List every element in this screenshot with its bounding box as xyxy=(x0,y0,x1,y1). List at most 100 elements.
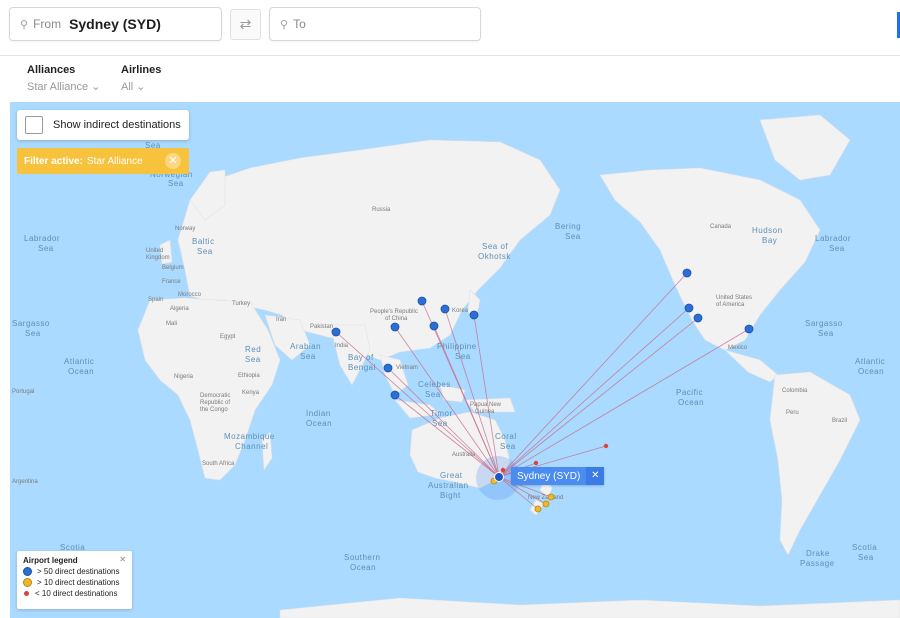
svg-text:Ocean: Ocean xyxy=(678,398,704,407)
svg-text:Sea: Sea xyxy=(858,553,874,562)
airport-legend: Airport legend ✕ > 50 direct destination… xyxy=(17,551,132,609)
close-icon[interactable]: ✕ xyxy=(119,555,126,564)
svg-text:Ocean: Ocean xyxy=(306,419,332,428)
svg-text:Red: Red xyxy=(245,345,261,354)
airport-marker[interactable] xyxy=(390,390,400,400)
svg-text:Sea: Sea xyxy=(829,244,845,253)
svg-text:Ocean: Ocean xyxy=(350,563,376,572)
svg-text:Egypt: Egypt xyxy=(220,334,236,340)
svg-text:Sea: Sea xyxy=(25,329,41,338)
svg-text:Ocean: Ocean xyxy=(68,367,94,376)
airport-marker[interactable] xyxy=(440,304,450,314)
route-map[interactable]: Sea Norwegian Sea Labrador Sea Baltic Sea S… xyxy=(10,102,900,618)
svg-text:Mali: Mali xyxy=(166,321,177,327)
svg-text:Mozambique: Mozambique xyxy=(224,432,275,441)
alliances-filter[interactable]: Alliances Star Alliance ⌄ xyxy=(27,64,100,93)
svg-text:Colombia: Colombia xyxy=(782,388,808,394)
to-placeholder[interactable]: To xyxy=(293,17,306,31)
svg-text:Bering: Bering xyxy=(555,222,581,231)
svg-text:Timor: Timor xyxy=(430,409,453,418)
airport-marker[interactable] xyxy=(547,493,555,501)
alliances-title: Alliances xyxy=(27,64,76,76)
svg-text:Vietnam: Vietnam xyxy=(396,365,418,371)
svg-text:Turkey: Turkey xyxy=(232,301,250,307)
location-pin-icon: ⚲ xyxy=(280,18,289,31)
airport-marker[interactable] xyxy=(383,363,393,373)
yellow-dot-icon xyxy=(23,578,32,587)
svg-text:Bay: Bay xyxy=(762,236,777,245)
airlines-dropdown[interactable]: All ⌄ xyxy=(121,80,161,93)
svg-text:Sea: Sea xyxy=(245,355,261,364)
airport-marker[interactable] xyxy=(542,500,550,508)
svg-text:Bengal: Bengal xyxy=(348,363,376,372)
svg-text:Sea: Sea xyxy=(432,419,448,428)
origin-tooltip[interactable]: Sydney (SYD) ✕ xyxy=(511,467,605,485)
origin-airport-marker[interactable] xyxy=(494,472,504,482)
svg-text:Sea: Sea xyxy=(38,244,54,253)
svg-text:Spain: Spain xyxy=(148,297,163,303)
svg-text:Morocco: Morocco xyxy=(178,292,202,298)
airport-marker[interactable] xyxy=(684,303,694,313)
svg-text:Nigeria: Nigeria xyxy=(174,374,194,380)
svg-text:the Congo: the Congo xyxy=(200,407,228,413)
svg-text:Sea: Sea xyxy=(500,442,516,451)
airport-marker[interactable] xyxy=(469,310,479,320)
close-icon[interactable]: ✕ xyxy=(586,467,605,485)
svg-text:Canada: Canada xyxy=(710,224,732,230)
from-field[interactable]: ⚲ From Sydney (SYD) xyxy=(9,7,222,41)
chevron-down-icon: ⌄ xyxy=(91,81,101,93)
alliances-dropdown[interactable]: Star Alliance ⌄ xyxy=(27,80,100,93)
search-bar: ⚲ From Sydney (SYD) ⇄ ⚲ To xyxy=(0,0,900,56)
swap-arrows-icon: ⇄ xyxy=(239,16,252,32)
airport-marker[interactable] xyxy=(744,324,754,334)
to-field[interactable]: ⚲ To xyxy=(269,7,481,41)
indirect-destinations-toggle[interactable]: Show indirect destinations xyxy=(17,110,189,140)
airport-marker[interactable] xyxy=(533,460,539,466)
svg-text:Belgium: Belgium xyxy=(162,265,184,271)
airport-marker[interactable] xyxy=(417,296,427,306)
svg-text:Sea: Sea xyxy=(565,232,581,241)
svg-text:Peru: Peru xyxy=(786,410,799,416)
airlines-filter[interactable]: Airlines All ⌄ xyxy=(121,64,161,93)
airport-marker[interactable] xyxy=(693,313,703,323)
svg-text:Democratic: Democratic xyxy=(200,393,230,399)
airport-marker[interactable] xyxy=(682,268,692,278)
from-value[interactable]: Sydney (SYD) xyxy=(69,16,161,32)
from-label: From xyxy=(33,17,62,31)
svg-text:Drake: Drake xyxy=(806,549,830,558)
indirect-checkbox[interactable] xyxy=(25,116,43,134)
svg-text:Argentina: Argentina xyxy=(12,479,38,485)
origin-tooltip-label: Sydney (SYD) xyxy=(517,470,581,482)
svg-text:Australian: Australian xyxy=(428,481,469,490)
airport-marker[interactable] xyxy=(534,505,542,513)
airport-marker[interactable] xyxy=(390,322,400,332)
svg-text:Labrador: Labrador xyxy=(24,234,60,243)
svg-text:Russia: Russia xyxy=(372,207,391,213)
svg-text:Coral: Coral xyxy=(495,432,517,441)
svg-text:Okhotsk: Okhotsk xyxy=(478,252,511,261)
clear-filter-icon[interactable]: ✕ xyxy=(165,153,181,169)
svg-text:Sea: Sea xyxy=(300,352,316,361)
svg-text:Sargasso: Sargasso xyxy=(12,319,50,328)
airport-marker[interactable] xyxy=(331,327,341,337)
svg-text:Kingdom: Kingdom xyxy=(146,255,170,261)
airport-marker[interactable] xyxy=(429,321,439,331)
map-canvas[interactable]: Sea NorwegianSea LabradorSea BalticSea S… xyxy=(10,102,900,618)
svg-text:New Zealand: New Zealand xyxy=(528,495,563,501)
svg-text:Sea: Sea xyxy=(818,329,834,338)
svg-text:Algeria: Algeria xyxy=(170,306,189,312)
airport-marker[interactable] xyxy=(500,467,506,473)
svg-text:Pacific: Pacific xyxy=(676,388,703,397)
svg-text:Kenya: Kenya xyxy=(242,390,260,396)
airport-marker[interactable] xyxy=(603,443,609,449)
chevron-down-icon: ⌄ xyxy=(136,81,146,93)
svg-text:Ethiopia: Ethiopia xyxy=(238,373,260,379)
svg-text:Labrador: Labrador xyxy=(815,234,851,243)
swap-button[interactable]: ⇄ xyxy=(230,9,261,40)
svg-text:Brazil: Brazil xyxy=(832,418,847,424)
legend-item: > 50 direct destinations xyxy=(23,567,126,576)
svg-text:Sea: Sea xyxy=(168,179,184,188)
svg-text:Bight: Bight xyxy=(440,491,461,500)
filter-active-banner: Filter active: Star Alliance ✕ xyxy=(17,148,189,174)
svg-text:Channel: Channel xyxy=(235,442,268,451)
